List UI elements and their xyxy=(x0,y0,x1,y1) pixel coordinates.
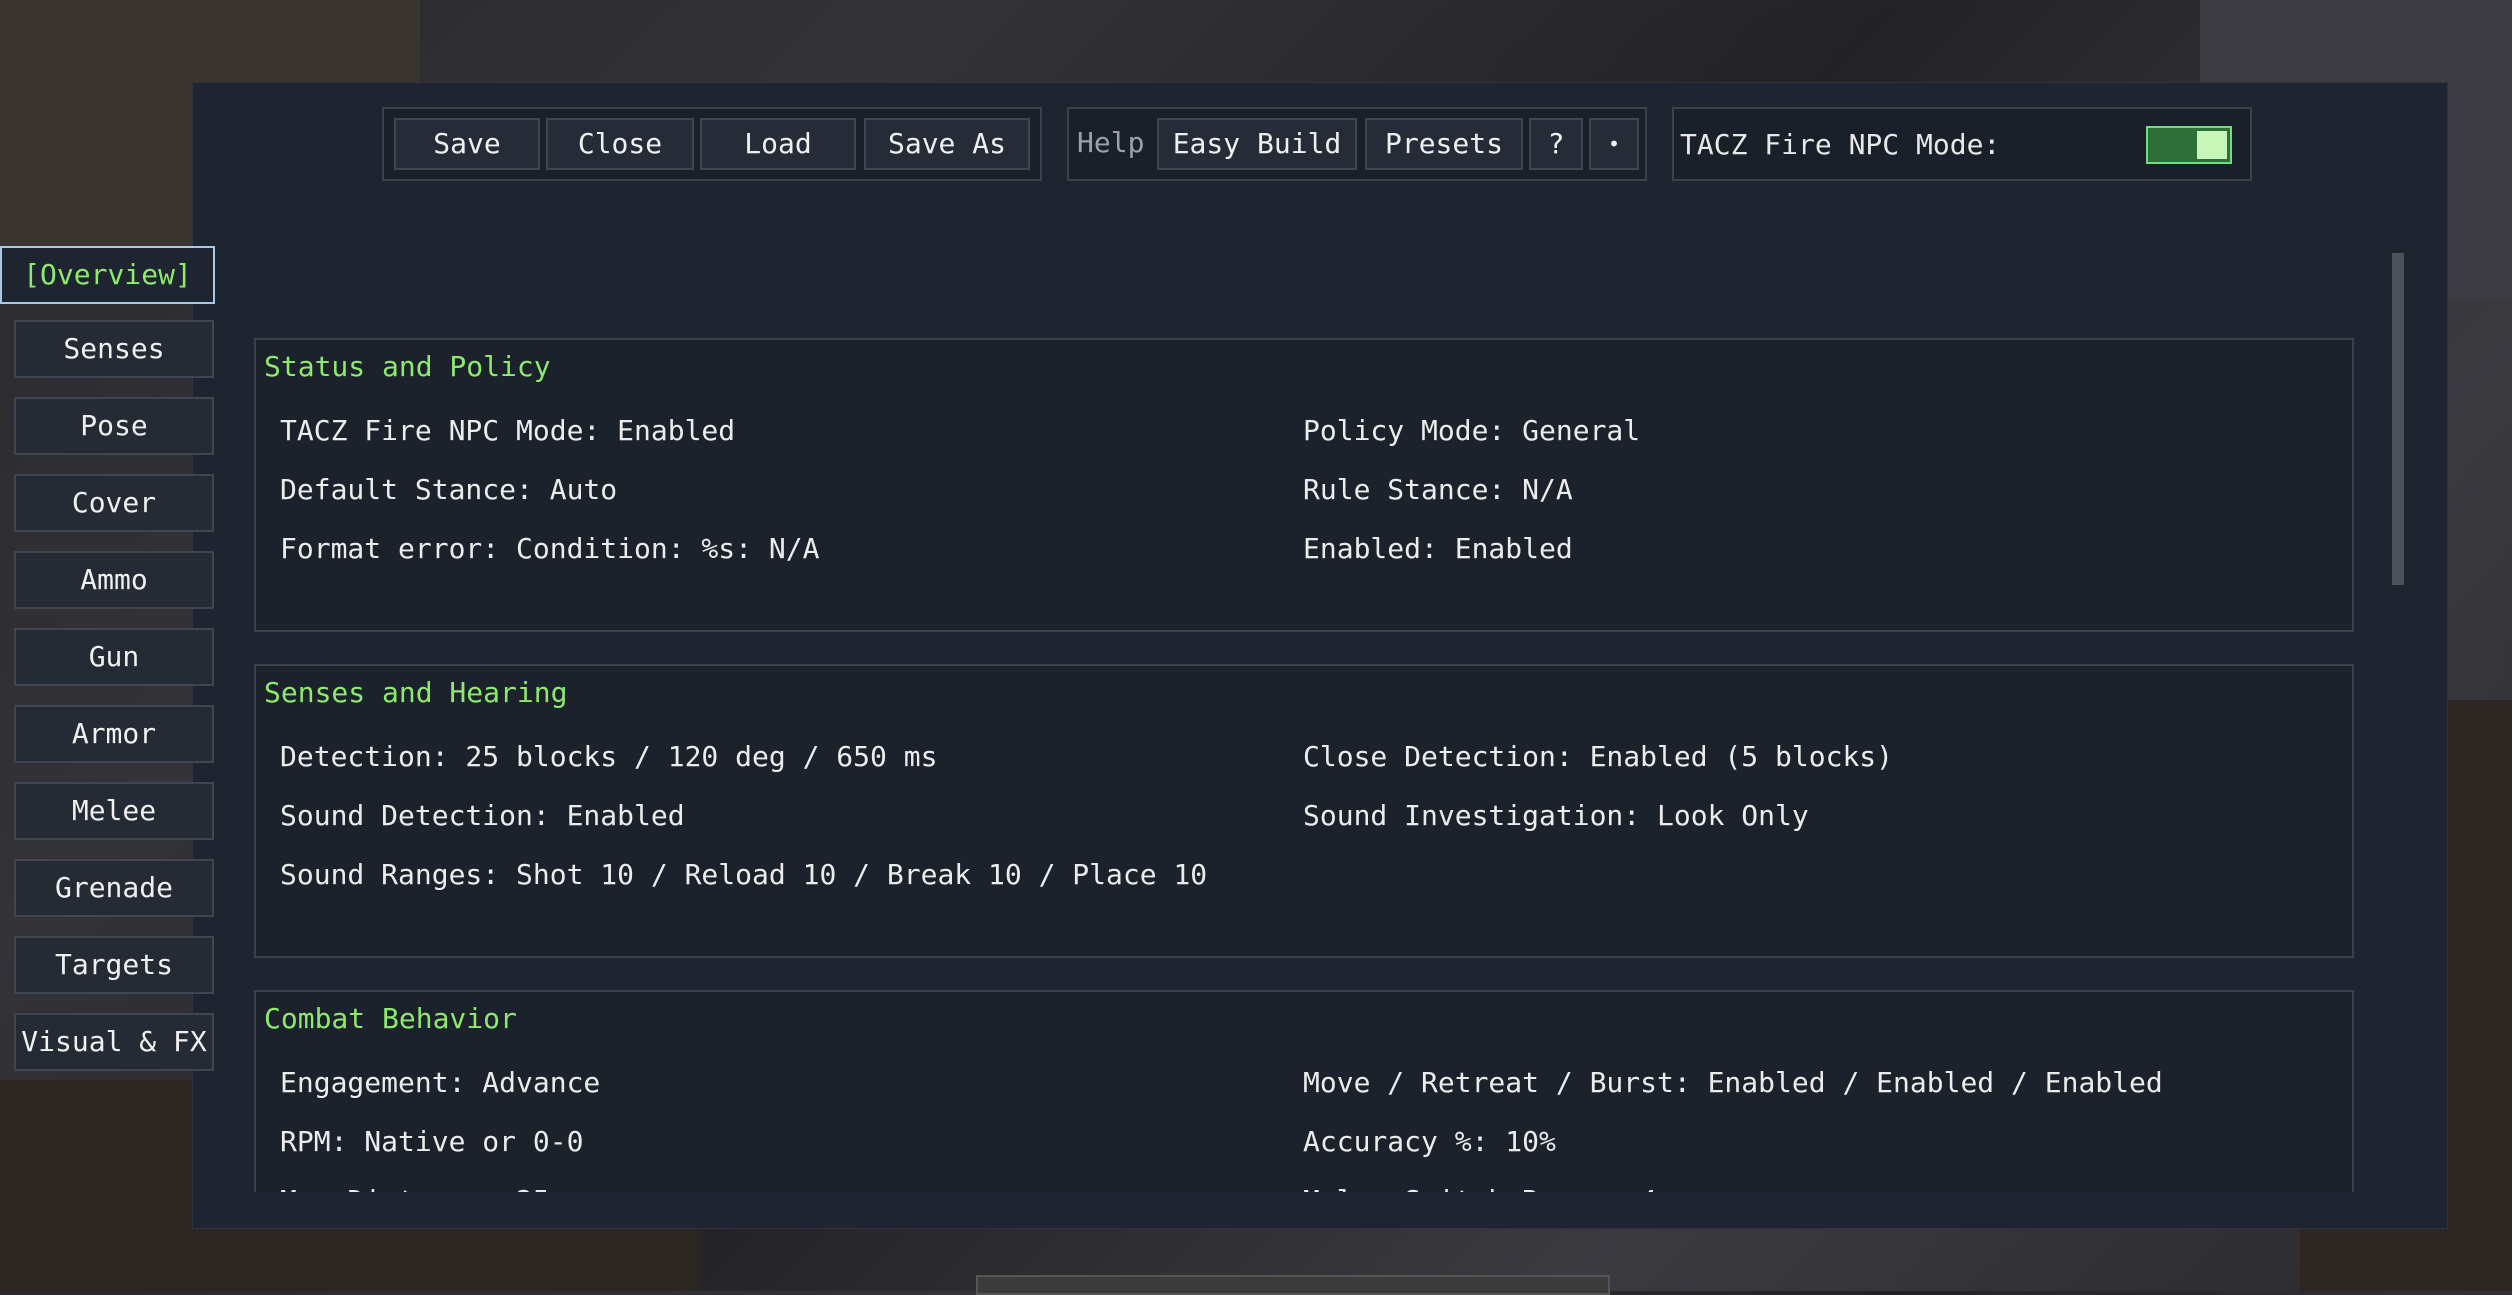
info-row: TACZ Fire NPC Mode: Enabled xyxy=(280,414,736,447)
npc-mode-label: TACZ Fire NPC Mode: xyxy=(1680,128,2001,161)
sidebar-item-ammo[interactable]: Ammo xyxy=(14,551,214,609)
section-combat-behavior: Combat Behavior Engagement: Advance Move… xyxy=(254,990,2354,1192)
info-row: Policy Mode: General xyxy=(1303,414,1641,447)
content-scrollbar[interactable] xyxy=(2392,253,2404,585)
info-row: Close Detection: Enabled (5 blocks) xyxy=(1303,740,1894,773)
sidebar-item-overview[interactable]: [Overview] xyxy=(0,246,215,304)
npc-mode-group: TACZ Fire NPC Mode: xyxy=(1672,107,2252,181)
info-row: Default Stance: Auto xyxy=(280,473,618,506)
info-row: RPM: Native or 0-0 xyxy=(280,1125,584,1158)
info-row: Enabled: Enabled xyxy=(1303,532,1573,565)
section-status-policy: Status and Policy TACZ Fire NPC Mode: En… xyxy=(254,338,2354,632)
toggle-knob xyxy=(2197,131,2227,159)
close-button[interactable]: Close xyxy=(546,118,694,170)
npc-mode-toggle[interactable] xyxy=(2146,126,2232,164)
info-row: Sound Detection: Enabled xyxy=(280,799,685,832)
easy-build-button[interactable]: Easy Build xyxy=(1157,118,1357,170)
save-as-button[interactable]: Save As xyxy=(864,118,1030,170)
sidebar-item-targets[interactable]: Targets xyxy=(14,936,214,994)
section-title: Combat Behavior xyxy=(264,1002,517,1035)
sidebar-item-armor[interactable]: Armor xyxy=(14,705,214,763)
info-row: Format error: Condition: %s: N/A xyxy=(280,532,820,565)
presets-button[interactable]: Presets xyxy=(1365,118,1523,170)
sidebar-item-cover[interactable]: Cover xyxy=(14,474,214,532)
info-row: Sound Investigation: Look Only xyxy=(1303,799,1809,832)
help-label: Help xyxy=(1077,126,1145,159)
section-title: Status and Policy xyxy=(264,350,551,383)
game-hotbar xyxy=(976,1275,1610,1295)
info-row: Engagement: Advance xyxy=(280,1066,601,1099)
info-row: Melee Switch Range: 4 xyxy=(1303,1184,1657,1192)
sidebar-item-visual-fx[interactable]: Visual & FX xyxy=(14,1013,214,1071)
sidebar-item-grenade[interactable]: Grenade xyxy=(14,859,214,917)
help-group: Help Easy Build Presets ? • xyxy=(1067,107,1647,181)
section-title: Senses and Hearing xyxy=(264,676,568,709)
help-question-button[interactable]: ? xyxy=(1529,118,1583,170)
sidebar-item-gun[interactable]: Gun xyxy=(14,628,214,686)
info-row: Detection: 25 blocks / 120 deg / 650 ms xyxy=(280,740,938,773)
section-senses-hearing: Senses and Hearing Detection: 25 blocks … xyxy=(254,664,2354,958)
info-row: Accuracy %: 10% xyxy=(1303,1125,1556,1158)
sidebar-item-melee[interactable]: Melee xyxy=(14,782,214,840)
sidebar-item-senses[interactable]: Senses xyxy=(14,320,214,378)
info-row: Move / Retreat / Burst: Enabled / Enable… xyxy=(1303,1066,2163,1099)
load-button[interactable]: Load xyxy=(700,118,856,170)
overview-content[interactable]: Status and Policy TACZ Fire NPC Mode: En… xyxy=(254,240,2354,1192)
info-row: Sound Ranges: Shot 10 / Reload 10 / Brea… xyxy=(280,858,1208,891)
dot-icon[interactable]: • xyxy=(1589,118,1639,170)
file-actions-group: Save Close Load Save As xyxy=(382,107,1042,181)
info-row: Max Distance: 25 xyxy=(280,1184,550,1192)
sidebar-item-pose[interactable]: Pose xyxy=(14,397,214,455)
save-button[interactable]: Save xyxy=(394,118,540,170)
info-row: Rule Stance: N/A xyxy=(1303,473,1573,506)
